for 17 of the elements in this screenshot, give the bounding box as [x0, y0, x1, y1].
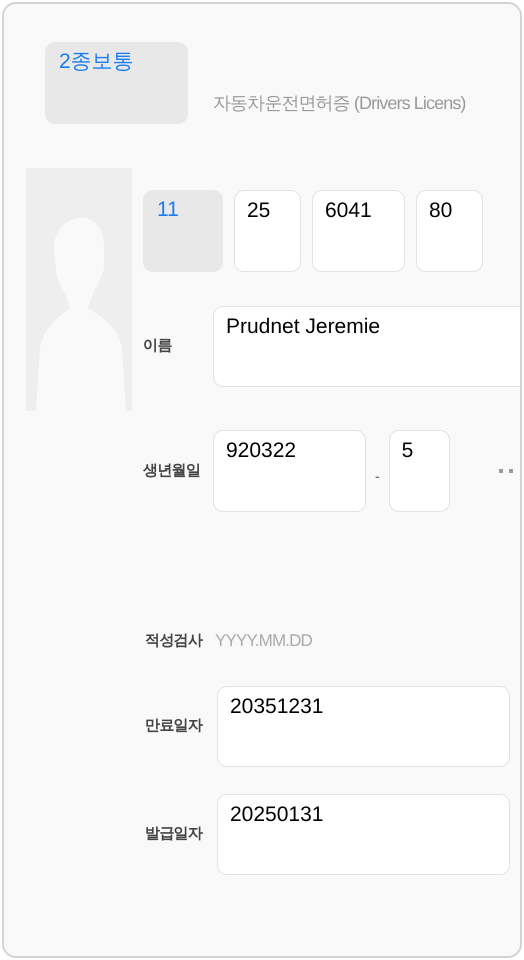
field-label: 만료일자 [145, 716, 204, 736]
aptitude-date-field[interactable]: YYYY.MM.DD [215, 628, 415, 654]
field-label: 이름 [143, 336, 173, 356]
field-label: 생년월일 [143, 460, 201, 481]
name-field[interactable]: Prudnet Jeremie [213, 306, 520, 387]
birth-date-field[interactable]: 920322 [213, 430, 366, 512]
id-suffix-field[interactable]: 5 [388, 430, 450, 512]
field-label: 발급일자 [145, 824, 204, 844]
dots-icon [498, 469, 515, 473]
issue-date-field[interactable]: 20250131 [217, 794, 510, 874]
card-title: 자동차운전면허증 (Drivers Licens) [213, 92, 466, 115]
number-field[interactable]: 6041 [312, 190, 405, 272]
separator: - [375, 466, 380, 486]
number-field[interactable]: 25 [234, 190, 301, 272]
expiry-date-field[interactable]: 20351231 [217, 686, 510, 766]
field-label: 적성검사 [145, 630, 204, 650]
number-field[interactable]: 80 [416, 190, 483, 272]
